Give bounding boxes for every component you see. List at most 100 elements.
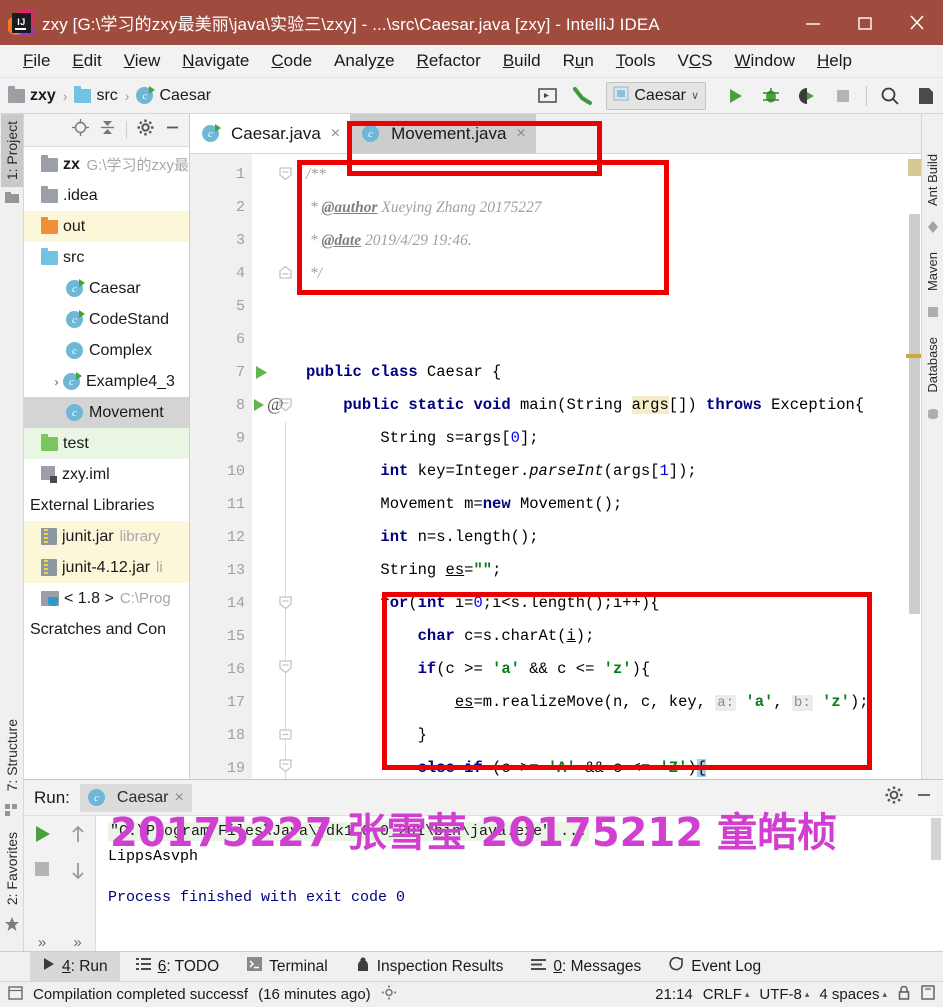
fold-end-icon[interactable] (278, 265, 293, 285)
toolwindow-inspection-results[interactable]: Inspection Results (344, 952, 516, 982)
up-icon[interactable] (69, 824, 87, 849)
collapse-all-icon[interactable] (99, 119, 116, 141)
fold-collapse-icon[interactable] (278, 659, 293, 679)
tree-row-complex[interactable]: c Complex (24, 335, 189, 366)
open-in-terminal-icon[interactable] (534, 83, 560, 109)
tree-row-out[interactable]: out (24, 211, 189, 242)
console-scrollbar-thumb[interactable] (931, 818, 941, 860)
menu-analyze[interactable]: Analyze (323, 51, 406, 71)
toolwindow-messages[interactable]: 0: Messages (519, 952, 653, 982)
breadcrumb-item-class[interactable]: Caesar (159, 87, 211, 105)
hide-icon[interactable] (915, 786, 933, 809)
menu-code[interactable]: Code (260, 51, 323, 71)
menu-run[interactable]: Run (552, 51, 605, 71)
rerun-icon[interactable] (32, 824, 52, 849)
tree-row-junit-jar[interactable]: junit.jar library (24, 521, 189, 552)
sidebar-item-structure[interactable]: 7: Structure (1, 712, 23, 798)
caret-position[interactable]: 21:14 (655, 986, 693, 1003)
file-encoding[interactable]: UTF-8 ▴ (759, 986, 809, 1003)
settings-gear-icon[interactable] (137, 119, 154, 141)
fold-collapse-icon[interactable] (278, 397, 293, 417)
breadcrumb-item-project[interactable]: zxy (30, 87, 56, 105)
tree-row-idea[interactable]: .idea (24, 180, 189, 211)
tree-row-jdk[interactable]: < 1.8 > C:\Prog (24, 583, 189, 614)
menu-view[interactable]: View (113, 51, 172, 71)
toolwindow-todo[interactable]: 6: TODO (124, 952, 231, 982)
run-class-icon[interactable] (254, 365, 268, 385)
gutter-line (252, 488, 298, 521)
tree-row-src[interactable]: src (24, 242, 189, 273)
line-number: 1 (235, 166, 245, 183)
fold-end-icon[interactable] (278, 727, 293, 747)
left-tool-rail: 1: Project 7: Structure 2: Favorites (0, 114, 24, 959)
gutter-line: @ (252, 389, 298, 422)
menu-file[interactable]: File (12, 51, 61, 71)
fold-collapse-icon[interactable] (278, 166, 293, 186)
sidebar-item-project[interactable]: 1: Project (0, 114, 23, 188)
branch-icon[interactable] (921, 985, 935, 1004)
stop-icon[interactable] (830, 83, 856, 109)
sidebar-item-favorites[interactable]: 2: Favorites (1, 825, 23, 912)
menu-navigate[interactable]: Navigate (171, 51, 260, 71)
down-icon[interactable] (69, 861, 87, 886)
scrollbar-thumb[interactable] (909, 214, 920, 614)
fold-collapse-icon[interactable] (278, 758, 293, 778)
menu-build[interactable]: Build (492, 51, 552, 71)
search-everywhere-icon[interactable] (877, 83, 903, 109)
maximize-button[interactable] (839, 0, 891, 45)
run-configuration-selector[interactable]: Caesar ∨ (606, 81, 706, 110)
tree-row-scratches[interactable]: Scratches and Con (24, 614, 189, 645)
breadcrumb-item-src[interactable]: src (96, 87, 117, 105)
tree-label: < 1.8 > (64, 589, 114, 607)
menu-refactor[interactable]: Refactor (406, 51, 492, 71)
build-gear-icon[interactable] (381, 985, 397, 1004)
tree-row-external-libraries[interactable]: External Libraries (24, 490, 189, 521)
code-line-2: * @author Xueying Zhang 20175227 (306, 199, 542, 216)
tab-movement-java[interactable]: c Movement.java × (350, 114, 536, 153)
settings-gear-icon[interactable] (885, 786, 903, 809)
tree-row-junit-412-jar[interactable]: junit-4.12.jar li (24, 552, 189, 583)
sidebar-item-ant-build[interactable]: Ant Build (923, 144, 942, 216)
line-number: 4 (235, 265, 245, 282)
tree-row-zxy-iml[interactable]: zxy.iml (24, 459, 189, 490)
toggle-toolbar-icon[interactable] (8, 985, 23, 1004)
tree-row-movement[interactable]: c Movement (24, 397, 189, 428)
locate-icon[interactable] (72, 119, 89, 141)
run-with-coverage-icon[interactable] (794, 83, 820, 109)
run-actions-scroll: » (60, 816, 96, 959)
make-project-icon[interactable] (570, 83, 596, 109)
tree-row-codestand[interactable]: c CodeStand (24, 304, 189, 335)
tree-row-example4-3[interactable]: › c Example4_3 (24, 366, 189, 397)
line-separator[interactable]: CRLF ▴ (703, 986, 750, 1003)
sidebar-item-database[interactable]: Database (923, 327, 942, 403)
tab-caesar-java[interactable]: c Caesar.java × (190, 114, 351, 153)
menu-vcs[interactable]: VCS (667, 51, 724, 71)
menu-tools[interactable]: Tools (605, 51, 667, 71)
run-method-icon[interactable] (252, 398, 265, 417)
tree-row-zxy[interactable]: zxy G:\学习的zxy最 (24, 149, 189, 180)
tree-row-caesar[interactable]: c Caesar (24, 273, 189, 304)
run-icon[interactable] (722, 83, 748, 109)
stop-icon[interactable] (34, 861, 50, 882)
chevron-right-icon[interactable]: › (50, 375, 63, 389)
close-icon[interactable]: × (516, 125, 525, 143)
close-icon[interactable]: × (331, 125, 340, 143)
tree-row-test[interactable]: test (24, 428, 189, 459)
gutter-line (252, 455, 298, 488)
menu-help[interactable]: Help (806, 51, 863, 71)
console-scrollbar[interactable] (929, 816, 943, 959)
hide-icon[interactable] (164, 119, 181, 141)
debug-icon[interactable] (758, 83, 784, 109)
settings-icon[interactable] (913, 83, 939, 109)
toolwindow-run[interactable]: 4: Run (30, 951, 120, 982)
lock-icon[interactable] (897, 985, 911, 1004)
menu-edit[interactable]: Edit (61, 51, 112, 71)
toolwindow-terminal[interactable]: Terminal (235, 952, 340, 982)
toolwindow-event-log[interactable]: Event Log (657, 952, 773, 982)
indent-setting[interactable]: 4 spaces ▴ (819, 986, 887, 1003)
fold-collapse-icon[interactable] (278, 595, 293, 615)
sidebar-item-maven[interactable]: Maven (923, 242, 942, 301)
close-button[interactable] (891, 0, 943, 45)
minimize-button[interactable] (787, 0, 839, 45)
menu-window[interactable]: Window (724, 51, 806, 71)
